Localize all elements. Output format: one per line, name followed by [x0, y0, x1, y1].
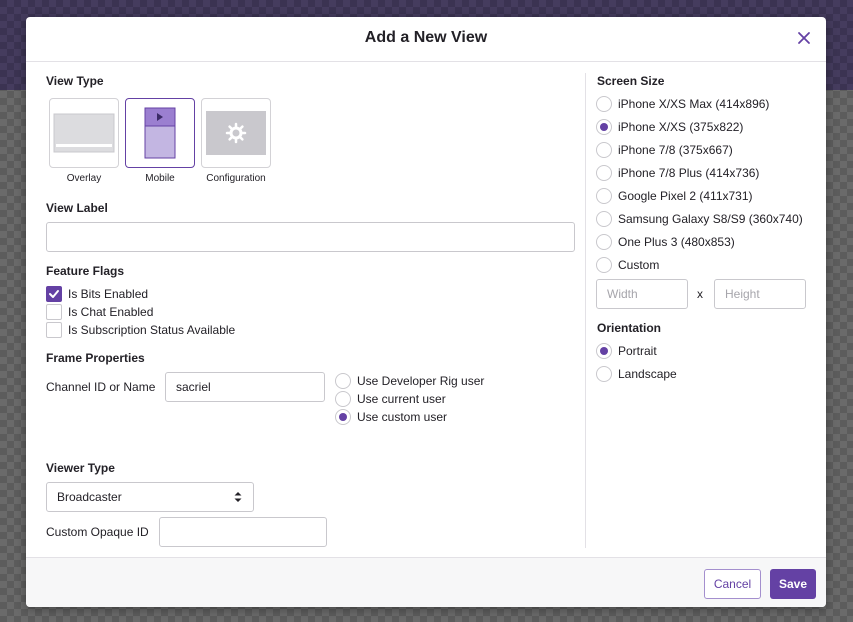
bits-enabled-checkbox-row[interactable]: Is Bits Enabled	[46, 286, 148, 302]
orientation-heading: Orientation	[597, 321, 662, 335]
frame-properties-heading: Frame Properties	[46, 351, 145, 365]
view-type-overlay-tile[interactable]	[49, 98, 119, 168]
close-icon[interactable]	[796, 30, 812, 46]
custom-opaque-id-input[interactable]	[159, 517, 327, 547]
screen-size-option-row[interactable]: iPhone X/XS (375x822)	[596, 119, 743, 135]
view-type-label: View Type	[46, 74, 104, 88]
view-type-mobile-tile[interactable]	[125, 98, 195, 168]
screen-size-option-row[interactable]: One Plus 3 (480x853)	[596, 234, 735, 250]
screen-size-option-label: iPhone X/XS Max (414x896)	[618, 97, 770, 111]
mobile-icon	[144, 107, 176, 159]
screen-size-heading: Screen Size	[597, 74, 665, 88]
view-label-input[interactable]	[46, 222, 575, 252]
screen-size-option-label: iPhone 7/8 (375x667)	[618, 143, 733, 157]
screen-size-option-radio[interactable]	[596, 165, 612, 181]
cancel-button[interactable]: Cancel	[704, 569, 761, 599]
view-type-configuration-label: Configuration	[206, 173, 266, 184]
select-arrows-icon	[234, 492, 242, 502]
user-option-current-radio[interactable]	[335, 391, 351, 407]
view-type-mobile-label: Mobile	[145, 173, 175, 184]
chat-enabled-checkbox-row[interactable]: Is Chat Enabled	[46, 304, 153, 320]
add-view-modal: Add a New View View Type Overlay Mobile	[26, 17, 826, 607]
orientation-portrait-label: Portrait	[618, 344, 657, 358]
screen-size-option-row[interactable]: Samsung Galaxy S8/S9 (360x740)	[596, 211, 803, 227]
screen-size-option-row[interactable]: iPhone X/XS Max (414x896)	[596, 96, 769, 112]
user-option-developer-rig-row[interactable]: Use Developer Rig user	[335, 373, 484, 389]
viewer-type-selected-value: Broadcaster	[57, 490, 122, 504]
screen-size-option-label: iPhone 7/8 Plus (414x736)	[618, 166, 760, 180]
user-option-custom-radio[interactable]	[335, 409, 351, 425]
user-option-custom-label: Use custom user	[357, 410, 448, 424]
orientation-landscape-radio[interactable]	[596, 366, 612, 382]
modal-footer: Cancel Save	[26, 557, 826, 607]
subscription-status-label: Is Subscription Status Available	[68, 323, 236, 337]
user-option-current-row[interactable]: Use current user	[335, 391, 446, 407]
bits-enabled-label: Is Bits Enabled	[68, 287, 149, 301]
screen-size-option-label: iPhone X/XS (375x822)	[618, 120, 744, 134]
bits-enabled-checkbox[interactable]	[46, 286, 62, 302]
screen-size-option-radio[interactable]	[596, 142, 612, 158]
screen-size-option-label: Google Pixel 2 (411x731)	[618, 189, 753, 203]
orientation-landscape-label: Landscape	[618, 367, 677, 381]
user-option-developer-rig-label: Use Developer Rig user	[357, 374, 485, 388]
view-type-configuration-tile[interactable]	[201, 98, 271, 168]
save-button[interactable]: Save	[770, 569, 816, 599]
chat-enabled-label: Is Chat Enabled	[68, 305, 154, 319]
view-label-heading: View Label	[46, 201, 108, 215]
subscription-status-checkbox[interactable]	[46, 322, 62, 338]
user-option-developer-rig-radio[interactable]	[335, 373, 351, 389]
chat-enabled-checkbox[interactable]	[46, 304, 62, 320]
configuration-icon	[206, 111, 266, 155]
overlay-icon	[53, 113, 115, 153]
screen-size-option-radio[interactable]	[596, 119, 612, 135]
custom-width-input[interactable]	[596, 279, 688, 309]
channel-input[interactable]	[165, 372, 325, 402]
screen-size-option-row[interactable]: Google Pixel 2 (411x731)	[596, 188, 753, 204]
screen-size-option-radio[interactable]	[596, 234, 612, 250]
view-type-overlay-label: Overlay	[66, 173, 102, 184]
screen-size-option-label: One Plus 3 (480x853)	[618, 235, 735, 249]
subscription-status-checkbox-row[interactable]: Is Subscription Status Available	[46, 322, 235, 338]
viewer-type-select[interactable]: Broadcaster	[46, 482, 254, 512]
screen-size-option-radio[interactable]	[596, 211, 612, 227]
custom-height-input[interactable]	[714, 279, 806, 309]
screen-size-option-row[interactable]: iPhone 7/8 (375x667)	[596, 142, 733, 158]
viewer-type-heading: Viewer Type	[46, 461, 115, 475]
screen-size-option-radio[interactable]	[596, 96, 612, 112]
screen-size-option-label: Samsung Galaxy S8/S9 (360x740)	[618, 212, 803, 226]
dimension-separator: x	[697, 287, 703, 301]
modal-title: Add a New View	[364, 29, 488, 46]
orientation-portrait-radio[interactable]	[596, 343, 612, 359]
feature-flags-heading: Feature Flags	[46, 264, 125, 278]
screen-size-option-radio[interactable]	[596, 257, 612, 273]
screen-size-option-row[interactable]: iPhone 7/8 Plus (414x736)	[596, 165, 759, 181]
orientation-landscape-row[interactable]: Landscape	[596, 366, 677, 382]
screen-size-option-row[interactable]: Custom	[596, 257, 659, 273]
user-option-custom-row[interactable]: Use custom user	[335, 409, 447, 425]
channel-label: Channel ID or Name	[46, 380, 156, 394]
column-divider	[585, 73, 586, 548]
custom-opaque-id-label: Custom Opaque ID	[46, 525, 149, 539]
check-icon	[49, 290, 59, 298]
screen-size-option-label: Custom	[618, 258, 660, 272]
screen-size-option-radio[interactable]	[596, 188, 612, 204]
modal-header: Add a New View	[26, 17, 826, 62]
user-option-current-label: Use current user	[357, 392, 446, 406]
orientation-portrait-row[interactable]: Portrait	[596, 343, 657, 359]
